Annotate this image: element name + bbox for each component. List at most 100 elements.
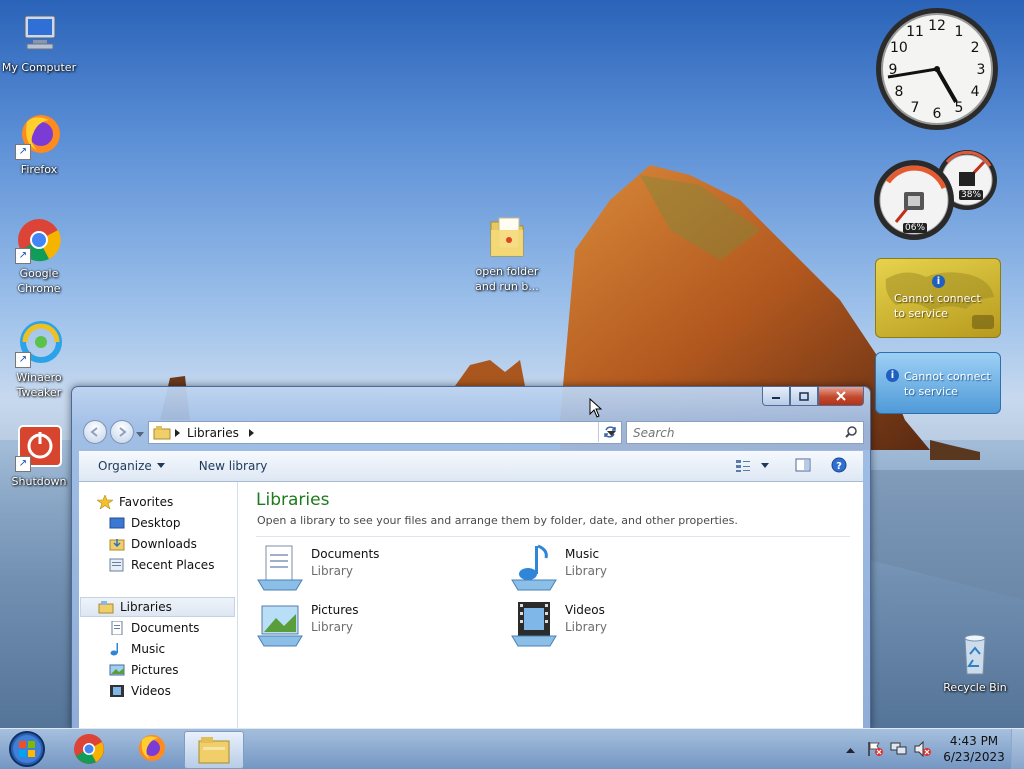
search-input[interactable] <box>631 423 835 442</box>
documents-icon <box>109 620 125 636</box>
show-hidden-icons-button[interactable] <box>846 743 855 757</box>
new-library-button[interactable]: New library <box>199 459 268 473</box>
pictures-library-icon <box>257 605 303 647</box>
weather-gadget[interactable]: i Cannot connect to service <box>875 258 1001 338</box>
close-button[interactable] <box>818 387 864 406</box>
address-bar[interactable]: Libraries <box>148 421 622 444</box>
library-name: Pictures <box>311 603 359 617</box>
recent-places-icon <box>109 558 125 572</box>
desktop-icon-label: My Computer <box>1 61 77 74</box>
recent-pages-button[interactable] <box>136 427 144 441</box>
desktop-icon-open-folder[interactable]: open folder and run b... <box>469 214 545 294</box>
chrome-icon: ↗ <box>15 216 63 264</box>
downloads-folder-icon <box>109 537 125 551</box>
explorer-window[interactable]: Libraries Organize New library ? <box>71 386 871 729</box>
star-icon <box>96 494 114 510</box>
preview-pane-icon <box>795 458 811 471</box>
forward-button[interactable] <box>110 420 134 444</box>
breadcrumb-arrow-icon <box>248 428 254 437</box>
show-desktop-button[interactable] <box>1011 729 1024 769</box>
start-button[interactable] <box>0 731 54 767</box>
nav-item-music[interactable]: Music <box>109 639 165 659</box>
taskbar-chrome[interactable] <box>62 731 116 767</box>
library-music[interactable]: Music Library <box>510 544 607 592</box>
help-button[interactable]: ? <box>831 457 847 476</box>
desktop-icon-label: Shutdown <box>11 475 67 488</box>
maximize-button[interactable] <box>790 387 818 406</box>
nav-item-pictures[interactable]: Pictures <box>109 660 179 680</box>
chrome-icon <box>74 734 104 764</box>
power-icon: ↗ <box>15 424 63 472</box>
music-library-icon <box>511 544 557 591</box>
change-view-button[interactable] <box>735 459 769 473</box>
library-pictures[interactable]: Pictures Library <box>256 600 359 648</box>
winaero-tweaker-icon: ↗ <box>15 320 63 368</box>
windows-logo-icon <box>9 731 45 767</box>
nav-item-label: Videos <box>131 684 171 698</box>
taskbar-explorer[interactable] <box>184 731 244 769</box>
info-icon: i <box>932 275 945 288</box>
arrow-right-icon <box>119 427 127 437</box>
library-name: Music <box>565 547 600 561</box>
nav-item-desktop[interactable]: Desktop <box>109 513 181 533</box>
nav-item-videos[interactable]: Videos <box>109 681 171 701</box>
navigation-pane: Favorites Desktop Downloads Recent Place… <box>79 482 238 729</box>
clock-numeral: 4 <box>971 84 980 100</box>
tray-time: 4:43 PM <box>949 734 999 748</box>
refresh-button[interactable] <box>598 422 621 442</box>
refresh-icon <box>604 426 616 438</box>
help-icon: ? <box>831 457 847 472</box>
nav-favorites[interactable]: Favorites <box>96 492 173 512</box>
desktop-icon-winaero-tweaker[interactable]: ↗ Winaero Tweaker <box>1 320 77 400</box>
organize-label: Organize <box>98 459 152 473</box>
desktop-icon-recycle-bin[interactable]: Recycle Bin <box>937 630 1013 695</box>
clock-tray[interactable]: 4:43 PM 6/23/2023 <box>938 733 1010 765</box>
library-documents[interactable]: Documents Library <box>256 544 379 592</box>
minimize-button[interactable] <box>762 387 790 406</box>
documents-library-icon <box>257 545 303 591</box>
music-note-icon <box>109 642 125 656</box>
clock-gadget[interactable]: 12 1 2 3 4 5 6 7 8 9 10 11 <box>874 6 1001 133</box>
cpu-meter-gadget[interactable]: 06% 38% <box>874 148 1002 244</box>
folder-icon <box>198 737 230 764</box>
currency-gadget[interactable]: i Cannot connect to service <box>875 352 1001 414</box>
desktop-icon-my-computer[interactable]: My Computer <box>1 10 77 75</box>
desktop-icon-shutdown[interactable]: ↗ Shutdown <box>1 424 77 489</box>
info-icon: i <box>886 369 899 382</box>
nav-item-downloads[interactable]: Downloads <box>109 534 197 554</box>
nav-libraries-label: Libraries <box>120 600 172 614</box>
preview-pane-button[interactable] <box>795 458 811 475</box>
organize-menu[interactable]: Organize <box>98 459 165 473</box>
volume-tray-icon[interactable] <box>914 740 932 760</box>
nav-libraries[interactable]: Libraries <box>80 597 235 617</box>
libraries-icon <box>98 600 114 614</box>
search-box[interactable] <box>626 421 864 444</box>
desktop-icon-google-chrome[interactable]: ↗ Google Chrome <box>1 216 77 296</box>
network-tray-icon[interactable] <box>890 741 908 760</box>
clock-numeral: 10 <box>890 40 908 56</box>
nav-item-label: Pictures <box>131 663 179 677</box>
firefox-icon: ↗ <box>15 112 63 160</box>
cpu-usage-value: 06% <box>903 223 928 233</box>
breadcrumb-libraries[interactable]: Libraries <box>187 426 239 440</box>
clock-face: 12 1234567891011 <box>876 8 998 130</box>
tray-date: 6/23/2023 <box>943 750 1005 764</box>
taskbar-firefox[interactable] <box>124 731 178 767</box>
library-videos[interactable]: Videos Library <box>510 600 607 648</box>
action-center-tray-icon[interactable] <box>866 741 884 760</box>
desktop-icon-label: Firefox <box>20 163 58 176</box>
back-button[interactable] <box>83 420 107 444</box>
command-bar: Organize New library ? <box>79 451 863 482</box>
desktop-icon-label: Recycle Bin <box>943 681 1007 694</box>
nav-item-documents[interactable]: Documents <box>109 618 199 638</box>
desktop-icon-label: Google Chrome <box>17 267 61 295</box>
folder-icon <box>483 214 531 262</box>
film-icon <box>109 684 125 698</box>
content-pane: Libraries Open a library to see your fil… <box>238 482 863 729</box>
navigation-bar: Libraries <box>80 419 864 445</box>
desktop-icon-firefox[interactable]: ↗ Firefox <box>1 112 77 177</box>
library-name: Documents <box>311 547 380 561</box>
videos-library-icon <box>511 602 557 647</box>
nav-item-recent-places[interactable]: Recent Places <box>109 555 214 575</box>
view-options-icon <box>736 460 750 472</box>
